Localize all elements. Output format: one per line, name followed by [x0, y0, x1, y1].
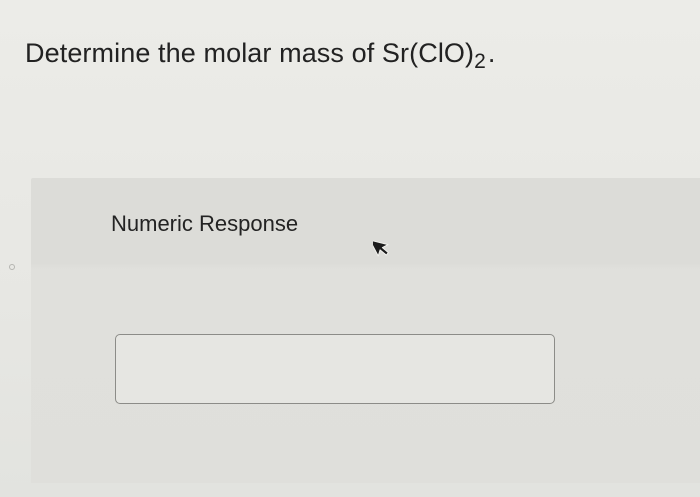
- question-text-main: Determine the molar mass of Sr(ClO): [25, 38, 475, 68]
- mouse-pointer-icon: [373, 239, 389, 257]
- question-text: Determine the molar mass of Sr(ClO)2.: [25, 38, 496, 72]
- numeric-response-label: Numeric Response: [111, 211, 299, 236]
- dot-icon: [9, 264, 15, 270]
- numeric-response-panel: Numeric Response: [31, 178, 700, 483]
- page: Determine the molar mass of Sr(ClO)2. Nu…: [0, 0, 700, 497]
- question-period: .: [487, 38, 496, 68]
- numeric-answer-input[interactable]: [115, 334, 555, 404]
- question-subscript: 2: [474, 50, 486, 73]
